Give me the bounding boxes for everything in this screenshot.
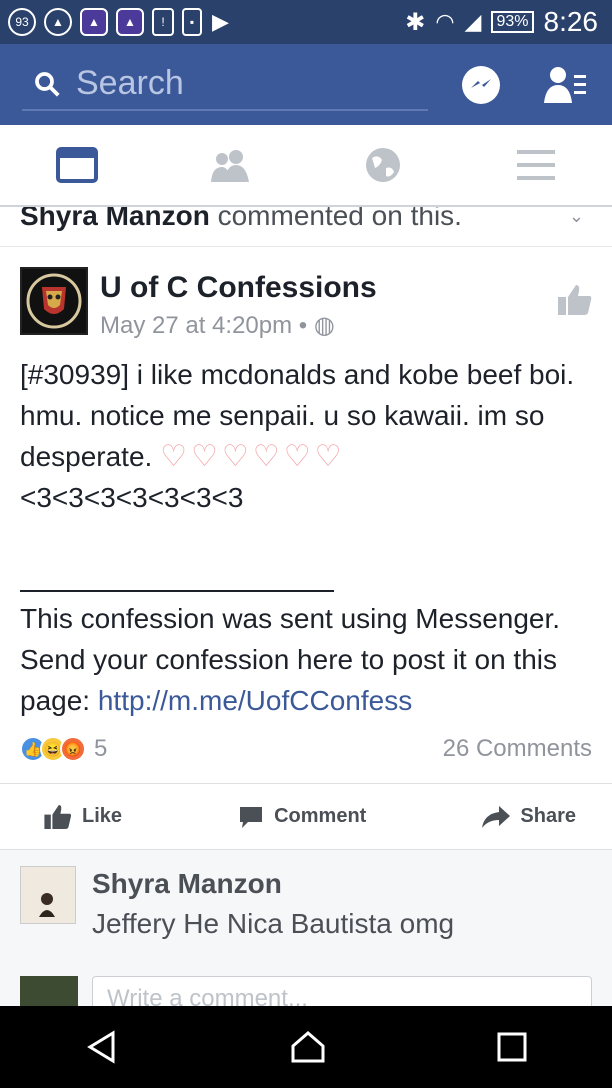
- notice-text: commented on this.: [217, 207, 462, 231]
- chevron-down-icon[interactable]: ⌄: [569, 207, 584, 225]
- friend-requests-icon[interactable]: [544, 65, 588, 105]
- comment-composer: Write a comment...: [20, 976, 592, 1007]
- signal-icon: ◢: [464, 9, 482, 34]
- bluetooth-icon: ✱: [405, 8, 426, 36]
- top-bar: Search: [0, 44, 612, 125]
- globe-icon: [365, 148, 400, 182]
- friends-icon: [210, 150, 249, 182]
- comment-count[interactable]: 26 Comments: [443, 735, 592, 763]
- crest-logo-icon: [26, 273, 82, 329]
- activity-notice: Shyra Manzon commented on this. ⌄: [0, 207, 612, 247]
- home-icon[interactable]: [290, 1030, 326, 1064]
- tab-friends[interactable]: [192, 135, 268, 195]
- notification-badge: 93: [8, 8, 36, 36]
- page-name[interactable]: U of C Confessions: [100, 271, 377, 305]
- messenger-link[interactable]: http://m.me/UofCConfess: [98, 685, 412, 716]
- reaction-count[interactable]: 5: [94, 735, 107, 763]
- post: U of C Confessions May 27 at 4:20pm • ◍ …: [0, 247, 612, 769]
- post-body: [#30939] i like mcdonalds and kobe beef …: [20, 354, 592, 721]
- comment-button[interactable]: Comment: [238, 805, 366, 829]
- comment-icon: [240, 806, 263, 828]
- search-icon: [35, 71, 60, 97]
- write-comment-input[interactable]: Write a comment...: [92, 976, 592, 1007]
- comment-section: Shyra Manzon Jeffery He Nica Bautista om…: [0, 849, 612, 1007]
- angry-reaction-icon[interactable]: 😡: [60, 736, 86, 762]
- divider: [20, 590, 334, 592]
- status-bar: 93 ▲ ▲ ▲ ! ▪ ▶ ✱ ◠ ◢ 93% 8:26: [0, 0, 612, 44]
- news-feed: Shyra Manzon commented on this. ⌄ U of C…: [0, 207, 612, 1007]
- sim-icon: ▪: [182, 8, 202, 36]
- play-icon: ▶: [212, 9, 229, 34]
- app-alert-icon: ▲: [116, 8, 144, 36]
- commenter-avatar[interactable]: [20, 866, 76, 924]
- comment: Shyra Manzon Jeffery He Nica Bautista om…: [20, 866, 592, 940]
- comment-text: Jeffery He Nica Bautista omg: [92, 908, 455, 939]
- hearts-emoji: ♡♡♡♡♡♡: [160, 440, 346, 473]
- battery-level: 93%: [491, 11, 534, 33]
- wifi-icon: ◠: [435, 9, 455, 34]
- search-bar[interactable]: Search: [22, 59, 428, 111]
- app-notification-icon: ▲: [44, 8, 72, 36]
- menu-icon: [516, 150, 555, 180]
- privacy-globe-icon: • ◍: [298, 312, 335, 339]
- clock: 8:26: [543, 6, 599, 37]
- page-like-icon[interactable]: [558, 285, 592, 315]
- tab-news-feed[interactable]: [39, 135, 115, 195]
- messenger-icon[interactable]: [462, 65, 500, 104]
- tab-notifications[interactable]: [345, 135, 421, 195]
- timestamp-text: May 27 at 4:20pm: [100, 312, 293, 339]
- post-text-hearts: <3<3<3<3<3<3<3: [20, 482, 244, 513]
- tab-menu[interactable]: [498, 135, 574, 195]
- thumbs-up-icon: [44, 804, 72, 829]
- recents-icon[interactable]: [497, 1032, 527, 1062]
- post-timestamp[interactable]: May 27 at 4:20pm • ◍: [100, 311, 377, 340]
- notice-actor[interactable]: Shyra Manzon: [20, 207, 210, 231]
- share-button[interactable]: Share: [482, 805, 576, 828]
- share-label: Share: [520, 805, 576, 827]
- system-nav-bar: [0, 1006, 612, 1088]
- share-arrow-icon: [482, 805, 511, 828]
- app-notification-icon: ▲: [80, 8, 108, 36]
- tab-bar: [0, 125, 612, 207]
- comment-label: Comment: [274, 805, 367, 827]
- person-photo-icon: [21, 867, 75, 923]
- my-avatar: [20, 976, 78, 1007]
- post-stats: 👍 😆 😡 5 26 Comments: [20, 729, 592, 769]
- like-label: Like: [82, 805, 123, 827]
- commenter-name[interactable]: Shyra Manzon: [92, 868, 454, 900]
- message-icon: !: [152, 8, 174, 36]
- page-avatar[interactable]: [20, 267, 88, 335]
- post-actions: Like Comment Share: [0, 783, 612, 849]
- like-button[interactable]: Like: [44, 804, 123, 829]
- back-icon[interactable]: [85, 1030, 119, 1064]
- news-feed-icon: [55, 147, 98, 183]
- search-input[interactable]: Search: [76, 64, 184, 103]
